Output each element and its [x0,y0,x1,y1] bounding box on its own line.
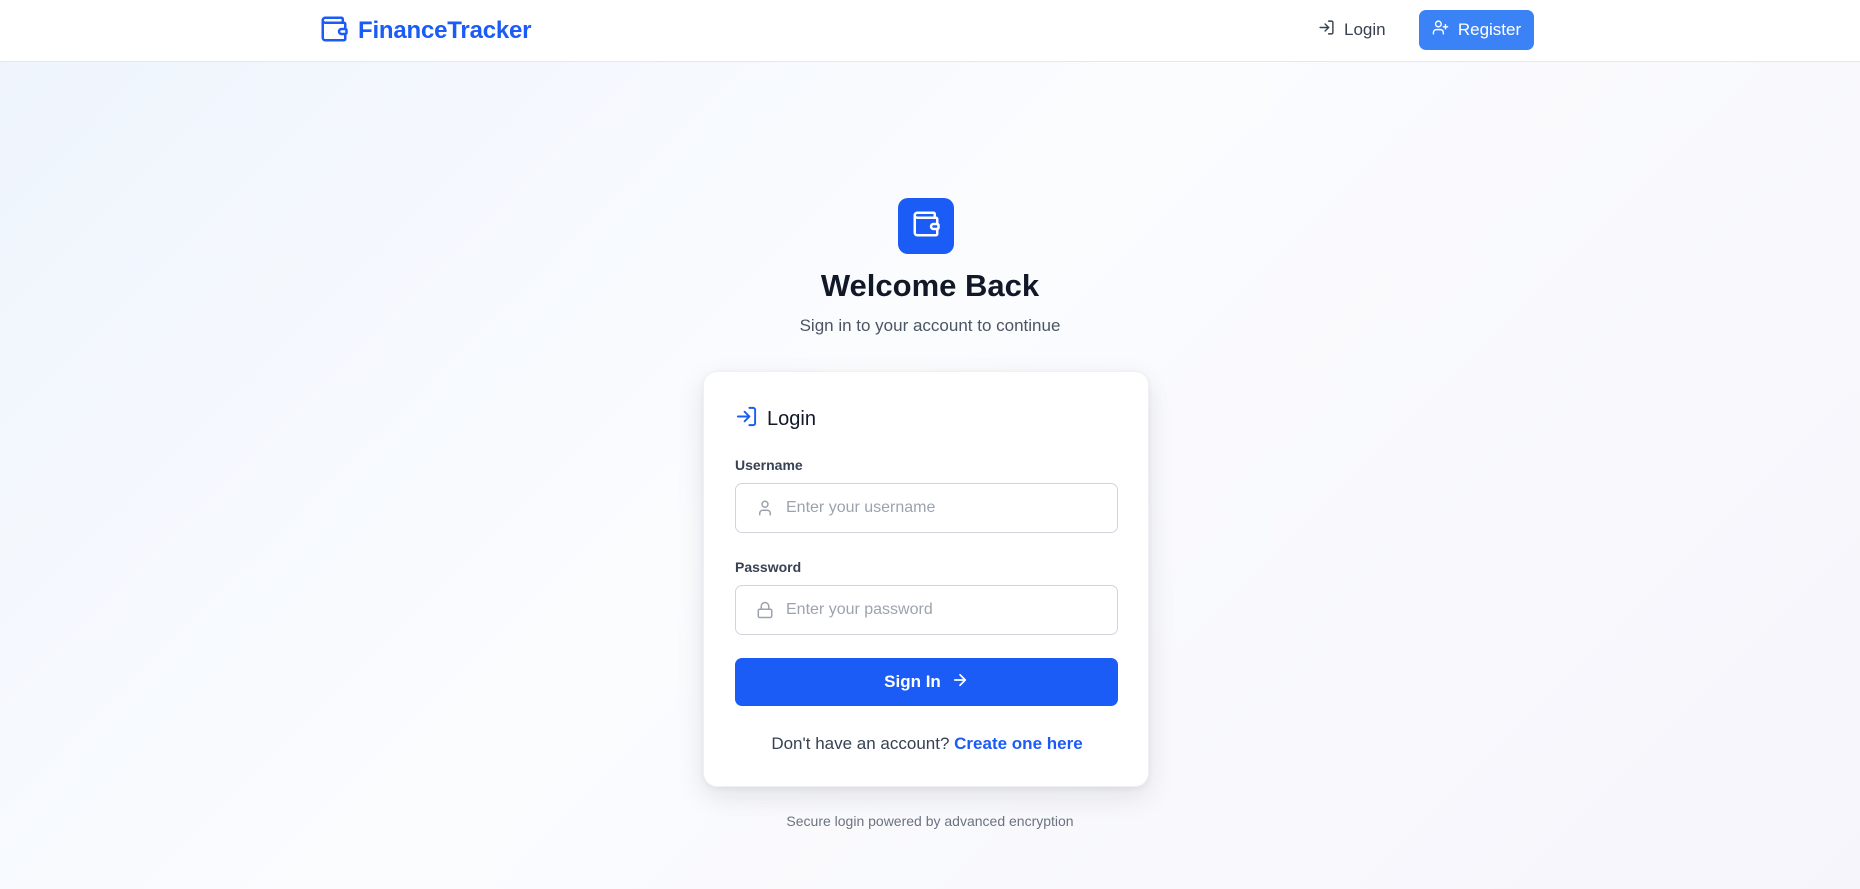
lock-icon [736,601,776,619]
wallet-icon [911,209,941,244]
nav-register-button[interactable]: Register [1419,10,1534,50]
sign-in-button[interactable]: Sign In [735,658,1118,706]
page-title: Welcome Back [820,268,1040,303]
user-icon [736,499,776,517]
top-navbar: FinanceTracker Login Register [0,0,1860,62]
wallet-icon [319,14,349,49]
password-input[interactable] [776,586,1117,634]
password-field [735,585,1118,635]
signup-prompt: Don't have an account? Create one here [704,734,1150,754]
nav-login-label: Login [1344,20,1386,39]
signup-prompt-text: Don't have an account? [771,734,950,753]
nav-login-link[interactable]: Login [1318,10,1390,50]
username-label: Username [735,457,803,473]
security-note: Secure login powered by advanced encrypt… [786,813,1074,829]
login-card-header: Login [735,405,816,433]
sign-in-label: Sign In [884,672,941,691]
hero-wallet-badge [898,198,954,254]
password-label: Password [735,559,802,575]
user-plus-icon [1432,19,1449,41]
log-in-icon [1318,19,1335,41]
username-input[interactable] [776,484,1117,532]
login-card-title: Login [767,407,816,430]
nav-register-label: Register [1457,20,1522,39]
username-field [735,483,1118,533]
create-account-link[interactable]: Create one here [954,734,1083,753]
log-in-icon [735,405,758,433]
arrow-right-icon [951,671,969,694]
login-card: Login Username Password Sign In [703,371,1149,787]
page-subtitle: Sign in to your account to continue [799,316,1061,335]
brand-logo-link[interactable]: FinanceTracker [319,14,532,49]
brand-name: FinanceTracker [358,17,532,44]
